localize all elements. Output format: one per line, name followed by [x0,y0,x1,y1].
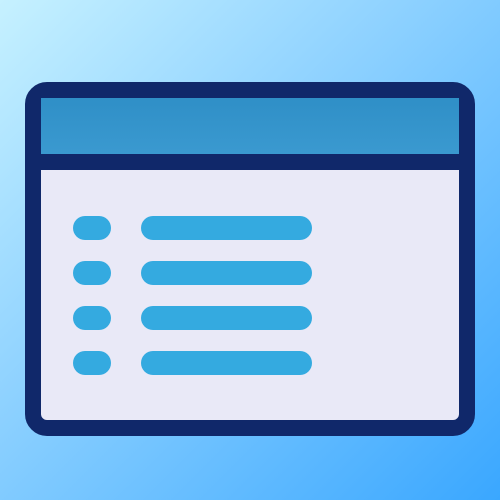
list-row-1-line [141,216,312,240]
list-row-2-bullet [73,261,111,285]
list-row-1-bullet [73,216,111,240]
list-row-3-bullet [73,306,111,330]
window-list-icon [25,82,475,436]
list-row-4-line [141,351,312,375]
list-row-4-bullet [73,351,111,375]
window-titlebar [41,98,459,162]
list-row-3-line [141,306,312,330]
list-row-2-line [141,261,312,285]
icon-canvas [0,0,500,500]
